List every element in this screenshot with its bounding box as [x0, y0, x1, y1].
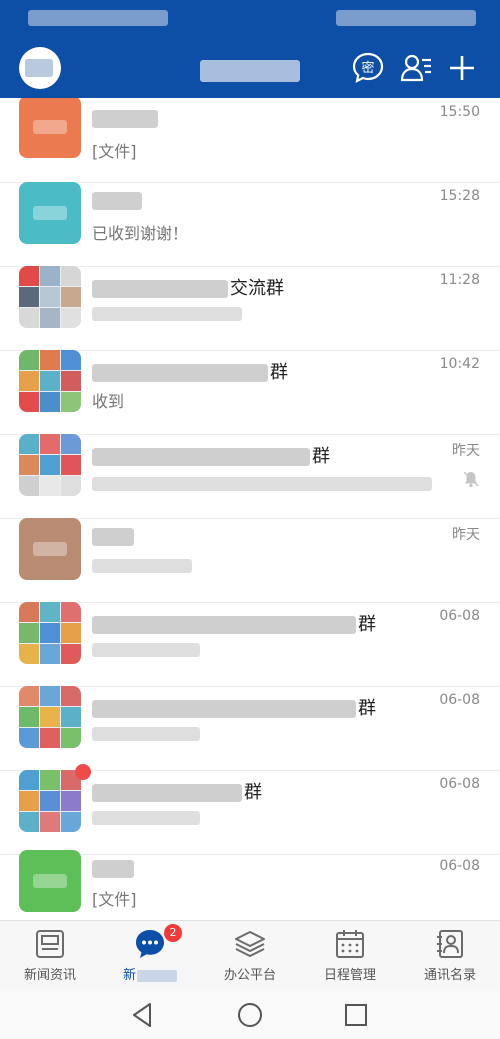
- conversation-preview: [92, 558, 192, 577]
- system-nav-bar: [0, 990, 500, 1039]
- conversation-time: 06-08: [439, 692, 480, 708]
- conversation-avatar: [19, 770, 81, 832]
- chat-bubble-icon: [136, 930, 164, 958]
- status-right-blur: [336, 10, 476, 26]
- conversation-name: 群: [92, 610, 376, 635]
- conversation-avatar: [19, 98, 81, 158]
- conversation-preview: [92, 306, 242, 325]
- conversation-time: 06-08: [439, 776, 480, 792]
- tab-contacts[interactable]: 通讯名录: [400, 921, 500, 991]
- status-left-blur: [28, 10, 168, 26]
- conversation-item[interactable]: [文件] 06-08: [0, 850, 500, 920]
- conversation-item[interactable]: 群 06-08: [0, 686, 500, 771]
- news-icon: [36, 930, 64, 958]
- conversation-item[interactable]: 群 06-08: [0, 764, 500, 855]
- conversation-item[interactable]: 群 06-08: [0, 602, 500, 687]
- conversation-item[interactable]: 已收到谢谢！ 15:28: [0, 182, 500, 267]
- svg-text:密: 密: [361, 60, 374, 76]
- conversation-name: [92, 858, 136, 880]
- add-button[interactable]: [444, 50, 480, 86]
- conversation-time: 15:50: [439, 104, 480, 120]
- conversation-item[interactable]: 交流群 11:28: [0, 266, 500, 351]
- tab-label: 日程管理: [323, 968, 376, 983]
- conversation-preview: 收到: [92, 392, 125, 411]
- conversation-time: 06-08: [439, 608, 480, 624]
- mute-bell-icon: [463, 471, 479, 488]
- unread-dot: [75, 764, 91, 780]
- conversation-item[interactable]: 昨天: [0, 518, 500, 603]
- back-icon[interactable]: [128, 1000, 158, 1030]
- tab-label: 新: [100, 964, 200, 983]
- conversation-item[interactable]: [文件] 15:50: [0, 98, 500, 183]
- tab-news[interactable]: 新闻资讯: [0, 921, 100, 991]
- conversation-preview: 已收到谢谢！: [92, 224, 189, 243]
- conversation-name: [92, 108, 160, 130]
- page-title: [200, 60, 300, 82]
- conversation-avatar: [19, 266, 81, 328]
- conversation-name: [92, 190, 144, 212]
- conversation-time: 10:42: [439, 356, 480, 372]
- conversation-time: 昨天: [452, 527, 480, 543]
- tab-label: 新闻资讯: [23, 968, 76, 983]
- add-contact-button[interactable]: [398, 50, 434, 86]
- conversation-time: 06-08: [439, 858, 480, 874]
- conversation-avatar: [19, 518, 81, 580]
- conversation-name: 群: [92, 694, 376, 719]
- conversation-avatar: [19, 182, 81, 244]
- conversation-preview: [文件]: [92, 142, 137, 161]
- my-avatar[interactable]: [19, 47, 61, 89]
- tab-messages[interactable]: 2 新: [100, 921, 200, 991]
- conversation-preview: [92, 642, 200, 661]
- tab-label: 办公平台: [223, 968, 276, 983]
- conversation-name: 交流群: [92, 274, 284, 299]
- recents-icon[interactable]: [341, 1000, 371, 1030]
- conversation-list: [文件] 15:50 已收到谢谢！ 15:28 交流群 11:28 群 收到 1…: [0, 98, 500, 920]
- conversation-item[interactable]: 群 收到 10:42: [0, 350, 500, 435]
- contacts-icon: [437, 930, 463, 958]
- contact-list-icon: [400, 54, 431, 82]
- plus-icon: [450, 56, 474, 80]
- conversation-avatar: [19, 602, 81, 664]
- unread-count-badge: 2: [164, 924, 182, 942]
- conversation-name: 群: [92, 358, 288, 383]
- conversation-preview: [92, 476, 432, 495]
- conversation-avatar: [19, 686, 81, 748]
- tab-label: 通讯名录: [423, 968, 476, 983]
- home-icon[interactable]: [235, 1000, 265, 1030]
- calendar-icon: [336, 930, 364, 958]
- conversation-time: 15:28: [439, 188, 480, 204]
- conversation-preview: [文件]: [92, 890, 137, 909]
- conversation-avatar: [19, 850, 81, 912]
- conversation-time: 昨天: [452, 443, 480, 459]
- conversation-preview: [92, 726, 200, 745]
- conversation-avatar: [19, 434, 81, 496]
- layers-icon: [235, 931, 265, 957]
- conversation-name: 群: [92, 442, 330, 467]
- app-header: 密: [0, 40, 500, 98]
- conversation-name: [92, 526, 136, 548]
- bottom-tab-bar: 新闻资讯 2 新 办公平台 日程管理 通讯名录: [0, 920, 500, 991]
- conversation-name: 群: [92, 778, 262, 803]
- conversation-preview: [92, 810, 200, 829]
- conversation-item[interactable]: 群 昨天: [0, 434, 500, 519]
- tab-office-platform[interactable]: 办公平台: [200, 921, 300, 991]
- tab-schedule[interactable]: 日程管理: [300, 921, 400, 991]
- conversation-time: 11:28: [439, 272, 480, 288]
- secret-chat-button[interactable]: 密: [350, 50, 386, 86]
- secret-chat-icon: 密: [352, 52, 384, 84]
- conversation-avatar: [19, 350, 81, 412]
- status-bar: [0, 0, 500, 40]
